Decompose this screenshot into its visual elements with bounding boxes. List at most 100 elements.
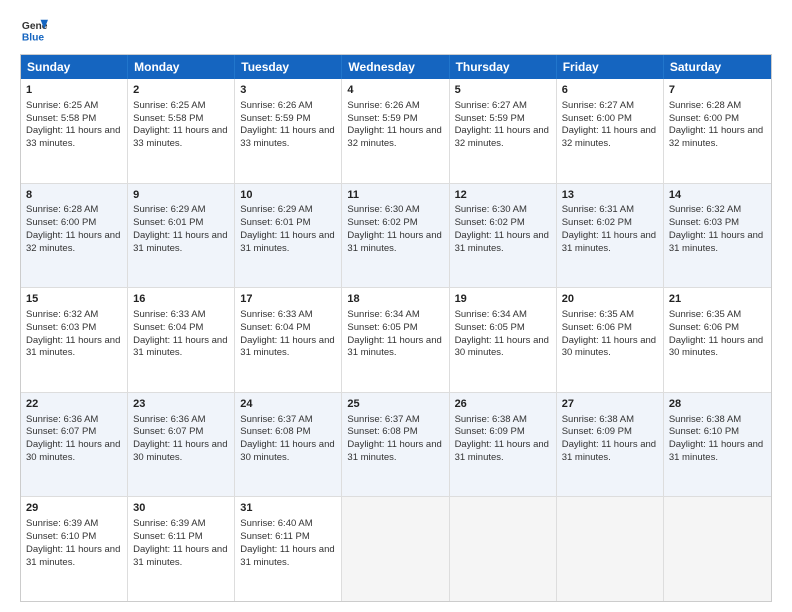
daylight-text: Daylight: 11 hours and 31 minutes. — [240, 335, 334, 359]
sunrise-text: Sunrise: 6:32 AM — [26, 309, 98, 320]
calendar-cell: 25Sunrise: 6:37 AMSunset: 6:08 PMDayligh… — [342, 393, 449, 497]
sunset-text: Sunset: 6:06 PM — [562, 322, 632, 333]
daylight-text: Daylight: 11 hours and 32 minutes. — [455, 125, 549, 149]
sunrise-text: Sunrise: 6:28 AM — [669, 100, 741, 111]
sunset-text: Sunset: 6:01 PM — [133, 217, 203, 228]
sunset-text: Sunset: 6:07 PM — [26, 426, 96, 437]
sunset-text: Sunset: 6:03 PM — [669, 217, 739, 228]
day-number: 26 — [455, 397, 551, 412]
day-number: 18 — [347, 292, 443, 307]
day-number: 29 — [26, 501, 122, 516]
calendar-cell: 11Sunrise: 6:30 AMSunset: 6:02 PMDayligh… — [342, 184, 449, 288]
sunrise-text: Sunrise: 6:38 AM — [455, 414, 527, 425]
day-number: 11 — [347, 188, 443, 203]
sunrise-text: Sunrise: 6:27 AM — [455, 100, 527, 111]
logo-icon: General Blue — [20, 16, 48, 44]
calendar-header-cell: Friday — [557, 55, 664, 79]
calendar-header-cell: Thursday — [450, 55, 557, 79]
daylight-text: Daylight: 11 hours and 31 minutes. — [133, 230, 227, 254]
sunset-text: Sunset: 6:01 PM — [240, 217, 310, 228]
calendar-cell: 21Sunrise: 6:35 AMSunset: 6:06 PMDayligh… — [664, 288, 771, 392]
calendar-cell: 22Sunrise: 6:36 AMSunset: 6:07 PMDayligh… — [21, 393, 128, 497]
sunset-text: Sunset: 6:08 PM — [240, 426, 310, 437]
sunset-text: Sunset: 6:10 PM — [26, 531, 96, 542]
calendar-header: SundayMondayTuesdayWednesdayThursdayFrid… — [21, 55, 771, 79]
day-number: 8 — [26, 188, 122, 203]
calendar-cell: 1Sunrise: 6:25 AMSunset: 5:58 PMDaylight… — [21, 79, 128, 183]
daylight-text: Daylight: 11 hours and 33 minutes. — [133, 125, 227, 149]
svg-text:Blue: Blue — [22, 32, 45, 43]
day-number: 21 — [669, 292, 766, 307]
daylight-text: Daylight: 11 hours and 31 minutes. — [26, 544, 120, 568]
calendar-cell: 23Sunrise: 6:36 AMSunset: 6:07 PMDayligh… — [128, 393, 235, 497]
sunset-text: Sunset: 6:02 PM — [455, 217, 525, 228]
daylight-text: Daylight: 11 hours and 30 minutes. — [455, 335, 549, 359]
sunrise-text: Sunrise: 6:37 AM — [240, 414, 312, 425]
calendar-cell: 27Sunrise: 6:38 AMSunset: 6:09 PMDayligh… — [557, 393, 664, 497]
daylight-text: Daylight: 11 hours and 31 minutes. — [455, 230, 549, 254]
sunrise-text: Sunrise: 6:33 AM — [240, 309, 312, 320]
calendar-cell — [342, 497, 449, 601]
day-number: 14 — [669, 188, 766, 203]
day-number: 10 — [240, 188, 336, 203]
sunset-text: Sunset: 6:02 PM — [347, 217, 417, 228]
sunrise-text: Sunrise: 6:25 AM — [133, 100, 205, 111]
day-number: 23 — [133, 397, 229, 412]
daylight-text: Daylight: 11 hours and 30 minutes. — [133, 439, 227, 463]
sunset-text: Sunset: 5:59 PM — [240, 113, 310, 124]
calendar-cell: 29 Sunrise: 6:39 AM Sunset: 6:10 PM Dayligh… — [21, 497, 128, 601]
sunset-text: Sunset: 6:09 PM — [455, 426, 525, 437]
daylight-text: Daylight: 11 hours and 31 minutes. — [669, 230, 763, 254]
daylight-text: Daylight: 11 hours and 31 minutes. — [240, 544, 334, 568]
day-number: 24 — [240, 397, 336, 412]
sunset-text: Sunset: 6:02 PM — [562, 217, 632, 228]
daylight-text: Daylight: 11 hours and 32 minutes. — [562, 125, 656, 149]
sunrise-text: Sunrise: 6:38 AM — [562, 414, 634, 425]
sunrise-text: Sunrise: 6:26 AM — [240, 100, 312, 111]
calendar-cell: 13Sunrise: 6:31 AMSunset: 6:02 PMDayligh… — [557, 184, 664, 288]
calendar-row: 22Sunrise: 6:36 AMSunset: 6:07 PMDayligh… — [21, 393, 771, 498]
sunrise-text: Sunrise: 6:27 AM — [562, 100, 634, 111]
daylight-text: Daylight: 11 hours and 31 minutes. — [240, 230, 334, 254]
sunrise-text: Sunrise: 6:35 AM — [669, 309, 741, 320]
sunrise-text: Sunrise: 6:38 AM — [669, 414, 741, 425]
day-number: 13 — [562, 188, 658, 203]
day-number: 16 — [133, 292, 229, 307]
calendar-cell: 20Sunrise: 6:35 AMSunset: 6:06 PMDayligh… — [557, 288, 664, 392]
sunset-text: Sunset: 6:08 PM — [347, 426, 417, 437]
day-number: 6 — [562, 83, 658, 98]
sunrise-text: Sunrise: 6:29 AM — [240, 204, 312, 215]
calendar-cell: 14Sunrise: 6:32 AMSunset: 6:03 PMDayligh… — [664, 184, 771, 288]
sunrise-text: Sunrise: 6:25 AM — [26, 100, 98, 111]
sunrise-text: Sunrise: 6:33 AM — [133, 309, 205, 320]
day-number: 7 — [669, 83, 766, 98]
daylight-text: Daylight: 11 hours and 30 minutes. — [26, 439, 120, 463]
sunrise-text: Sunrise: 6:34 AM — [347, 309, 419, 320]
calendar-cell: 31Sunrise: 6:40 AMSunset: 6:11 PMDayligh… — [235, 497, 342, 601]
calendar-header-cell: Saturday — [664, 55, 771, 79]
sunrise-text: Sunrise: 6:29 AM — [133, 204, 205, 215]
sunset-text: Sunset: 6:00 PM — [669, 113, 739, 124]
calendar-cell: 18Sunrise: 6:34 AMSunset: 6:05 PMDayligh… — [342, 288, 449, 392]
sunset-text: Sunset: 6:03 PM — [26, 322, 96, 333]
sunset-text: Sunset: 6:07 PM — [133, 426, 203, 437]
sunrise-text: Sunrise: 6:39 AM — [133, 518, 205, 529]
sunrise-text: Sunrise: 6:35 AM — [562, 309, 634, 320]
calendar-cell — [557, 497, 664, 601]
day-number: 31 — [240, 501, 336, 516]
sunset-text: Sunset: 6:09 PM — [562, 426, 632, 437]
daylight-text: Daylight: 11 hours and 31 minutes. — [455, 439, 549, 463]
day-number: 2 — [133, 83, 229, 98]
calendar-cell: 3Sunrise: 6:26 AMSunset: 5:59 PMDaylight… — [235, 79, 342, 183]
calendar-cell: 19Sunrise: 6:34 AMSunset: 6:05 PMDayligh… — [450, 288, 557, 392]
daylight-text: Daylight: 11 hours and 33 minutes. — [26, 125, 120, 149]
daylight-text: Daylight: 11 hours and 31 minutes. — [562, 439, 656, 463]
calendar-cell: 24Sunrise: 6:37 AMSunset: 6:08 PMDayligh… — [235, 393, 342, 497]
day-number: 5 — [455, 83, 551, 98]
sunset-text: Sunset: 6:04 PM — [133, 322, 203, 333]
day-number: 28 — [669, 397, 766, 412]
page: General Blue SundayMondayTuesdayWednesda… — [0, 0, 792, 612]
sunrise-text: Sunrise: 6:39 AM — [26, 518, 98, 529]
day-number: 30 — [133, 501, 229, 516]
calendar-body: 1Sunrise: 6:25 AMSunset: 5:58 PMDaylight… — [21, 79, 771, 601]
